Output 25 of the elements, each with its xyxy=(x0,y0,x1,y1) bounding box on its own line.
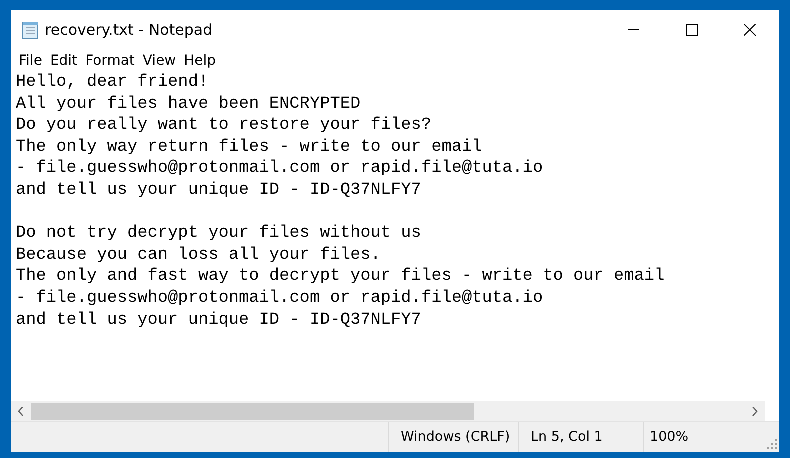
menu-item[interactable]: Help xyxy=(180,53,220,69)
text-line: Do not try decrypt your files without us xyxy=(16,223,422,245)
text-line: The only way return files - write to our email xyxy=(16,136,482,158)
notepad-icon xyxy=(22,20,39,40)
maximize-icon xyxy=(686,24,698,36)
text-line: Because you can loss all your files. xyxy=(16,244,381,266)
status-text: Ln 5, Col 1 xyxy=(518,422,643,452)
status-text: Windows (CRLF) xyxy=(388,422,518,452)
resize-grip-icon[interactable] xyxy=(767,439,777,449)
text-line: Do you really want to restore your files? xyxy=(16,115,432,137)
text-line: - file.guesswho@protonmail.com or rapid.file@tuta.io xyxy=(16,158,544,180)
menu-item[interactable]: View xyxy=(138,53,180,69)
scrollbar-thumb[interactable] xyxy=(31,402,474,420)
menu-item[interactable]: Edit xyxy=(46,53,82,69)
text-line: and tell us your unique ID - ID-Q37NLFY7 xyxy=(16,310,422,332)
text-line: The only and fast way to decrypt your files - write to our email xyxy=(16,266,665,288)
close-icon xyxy=(744,24,756,36)
menu-item[interactable]: File xyxy=(15,53,46,69)
text-line: - file.guesswho@protonmail.com or rapid.file@tuta.io xyxy=(16,288,544,310)
text-line: Hello, dear friend! xyxy=(16,72,209,94)
menu-item[interactable]: Format xyxy=(82,53,139,69)
text-line: and tell us your unique ID - ID-Q37NLFY7 xyxy=(16,180,422,202)
window-title: recovery.txt - Notepad xyxy=(45,21,213,39)
text-line: All your files have been ENCRYPTED xyxy=(16,94,361,116)
status-text: 100% xyxy=(643,422,689,452)
